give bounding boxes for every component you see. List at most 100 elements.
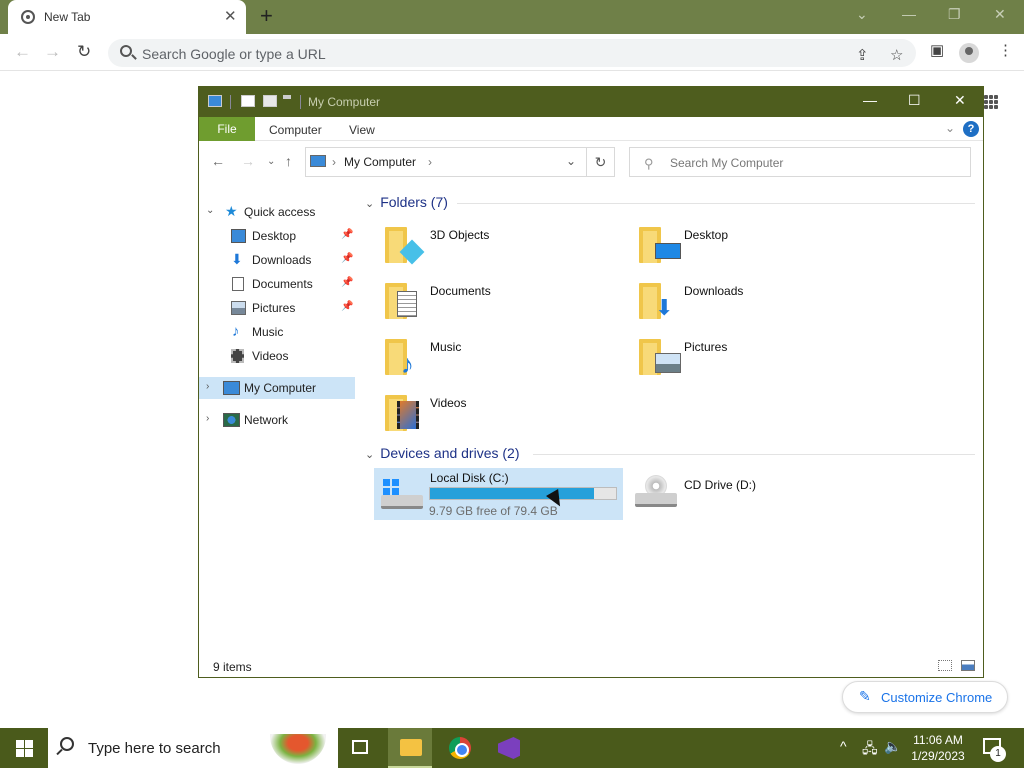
visual-studio-taskbar-button[interactable] — [486, 728, 530, 768]
collapse-icon[interactable]: ⌄ — [365, 449, 374, 461]
nav-item-network[interactable]: › Network — [199, 409, 355, 431]
nav-item-desktop[interactable]: Desktop 📌 — [199, 225, 355, 247]
collapse-icon[interactable]: ⌄ — [365, 198, 374, 210]
folder-3d-objects[interactable] — [385, 225, 425, 265]
side-panel-icon[interactable]: ▣ — [930, 41, 944, 59]
computer-icon — [223, 381, 240, 395]
tab-computer[interactable]: Computer — [269, 123, 322, 137]
forward-icon[interactable]: → — [44, 42, 61, 62]
system-clock[interactable]: 11:06 AM 1/29/2023 — [902, 732, 974, 764]
up-icon[interactable]: ↑ — [285, 153, 292, 169]
new-folder-icon[interactable] — [263, 95, 277, 107]
nav-quick-access[interactable]: ⌄ ★ Quick access — [199, 201, 355, 223]
collapse-icon[interactable]: ⌄ — [206, 205, 214, 216]
cd-drive-icon[interactable] — [633, 475, 677, 509]
tab-search-icon[interactable]: ⌄ — [856, 6, 868, 23]
search-highlight-icon[interactable] — [270, 734, 326, 764]
folder-documents[interactable] — [385, 281, 425, 321]
nav-item-downloads[interactable]: ⬇ Downloads 📌 — [199, 249, 355, 271]
profile-avatar-icon[interactable] — [959, 43, 979, 63]
menu-kebab-icon[interactable]: ⋮ — [998, 41, 1013, 59]
nav-item-videos[interactable]: Videos — [199, 345, 355, 367]
drive-label[interactable]: CD Drive (D:) — [684, 478, 756, 492]
details-view-icon[interactable] — [938, 660, 952, 671]
customize-chrome-label: Customize Chrome — [881, 690, 993, 705]
folder-downloads[interactable]: ⬇ — [639, 281, 679, 321]
nav-item-pictures[interactable]: Pictures 📌 — [199, 297, 355, 319]
pin-icon: 📌 — [341, 253, 354, 264]
folder-label[interactable]: Videos — [430, 396, 466, 410]
computer-icon — [208, 95, 222, 107]
film-icon — [397, 401, 419, 429]
explorer-back-icon[interactable]: ← — [211, 153, 225, 169]
expand-icon[interactable]: › — [206, 413, 209, 424]
properties-icon[interactable] — [241, 95, 255, 107]
explorer-maximize-icon[interactable]: ☐ — [908, 92, 921, 109]
nav-item-documents[interactable]: Documents 📌 — [199, 273, 355, 295]
document-icon — [232, 277, 244, 291]
close-icon[interactable]: ✕ — [994, 6, 1006, 23]
nav-label: Desktop — [252, 229, 297, 243]
tab-new-tab[interactable]: New Tab ✕ — [8, 0, 246, 34]
bookmark-star-icon[interactable]: ☆ — [890, 46, 903, 64]
reload-icon[interactable]: ↻ — [77, 42, 91, 62]
folders-section-header[interactable]: ⌄ Folders (7) — [365, 194, 448, 210]
folder-videos[interactable] — [385, 393, 425, 433]
customize-chrome-button[interactable]: ✎ Customize Chrome — [842, 681, 1008, 713]
address-dropdown-icon[interactable]: ⌄ — [566, 154, 576, 168]
task-view-button[interactable] — [338, 728, 382, 768]
show-hidden-icons-icon[interactable]: ^ — [840, 738, 847, 754]
breadcrumb[interactable]: My Computer — [344, 155, 416, 169]
folder-music[interactable]: ♪ — [385, 337, 425, 377]
volume-icon[interactable]: 🔈 — [884, 738, 901, 755]
explorer-close-icon[interactable]: ✕ — [954, 92, 966, 109]
folder-pictures[interactable] — [639, 337, 681, 377]
folder-label[interactable]: Desktop — [684, 228, 728, 242]
share-icon[interactable]: ⇪ — [856, 46, 869, 64]
expand-ribbon-icon[interactable]: ⌄ — [945, 121, 955, 135]
drive-free-space: 9.79 GB free of 79.4 GB — [429, 504, 558, 518]
folder-label[interactable]: Downloads — [684, 284, 743, 298]
apps-grid-icon[interactable] — [984, 95, 998, 109]
landscape-photo-icon — [655, 353, 681, 373]
devices-section-header[interactable]: ⌄ Devices and drives (2) — [365, 445, 520, 461]
nav-label: My Computer — [244, 381, 317, 395]
explorer-minimize-icon[interactable]: — — [863, 92, 877, 108]
disk-usage-fill — [430, 488, 594, 499]
taskbar-search-input[interactable]: Type here to search — [48, 728, 338, 768]
tab-file[interactable]: File — [199, 117, 255, 141]
large-icons-view-icon[interactable] — [961, 660, 975, 671]
restore-icon[interactable]: ❐ — [948, 6, 961, 23]
breadcrumb-chevron-icon[interactable]: › — [332, 155, 336, 169]
refresh-icon[interactable]: ↻ — [587, 147, 615, 177]
folder-desktop[interactable] — [639, 225, 681, 265]
browser-toolbar: ← → ↻ Search Google or type a URL ⇪ ☆ ▣ … — [0, 34, 1024, 71]
task-view-icon — [352, 740, 368, 754]
new-tab-button[interactable]: + — [260, 3, 273, 29]
chrome-icon — [449, 737, 471, 759]
help-icon[interactable]: ? — [963, 121, 979, 137]
drive-label[interactable]: Local Disk (C:) — [430, 471, 509, 485]
address-bar[interactable]: › My Computer › ⌄ — [305, 147, 587, 177]
tab-close-icon[interactable]: ✕ — [224, 7, 237, 25]
minimize-icon[interactable]: — — [902, 6, 916, 22]
network-tray-icon[interactable]: 🖧 — [862, 738, 878, 762]
recent-locations-icon[interactable]: ⌄ — [267, 156, 275, 167]
folder-label[interactable]: Documents — [430, 284, 491, 298]
folder-label[interactable]: Pictures — [684, 340, 727, 354]
customize-qat-icon[interactable] — [283, 95, 291, 107]
folder-label[interactable]: 3D Objects — [430, 228, 489, 242]
nav-item-music[interactable]: ♪ Music — [199, 321, 355, 343]
back-icon[interactable]: ← — [14, 42, 31, 62]
nav-item-my-computer[interactable]: › My Computer — [199, 377, 355, 399]
explorer-forward-icon[interactable]: → — [241, 153, 255, 169]
folder-label[interactable]: Music — [430, 340, 461, 354]
start-button[interactable] — [16, 740, 33, 757]
tab-view[interactable]: View — [349, 123, 375, 137]
breadcrumb-chevron-icon[interactable]: › — [428, 155, 432, 169]
file-explorer-taskbar-button[interactable] — [388, 728, 432, 768]
expand-icon[interactable]: › — [206, 381, 209, 392]
chrome-taskbar-button[interactable] — [437, 728, 481, 768]
omnibox[interactable]: Search Google or type a URL ⇪ ☆ — [108, 39, 916, 67]
search-input[interactable]: ⚲ Search My Computer — [629, 147, 971, 177]
